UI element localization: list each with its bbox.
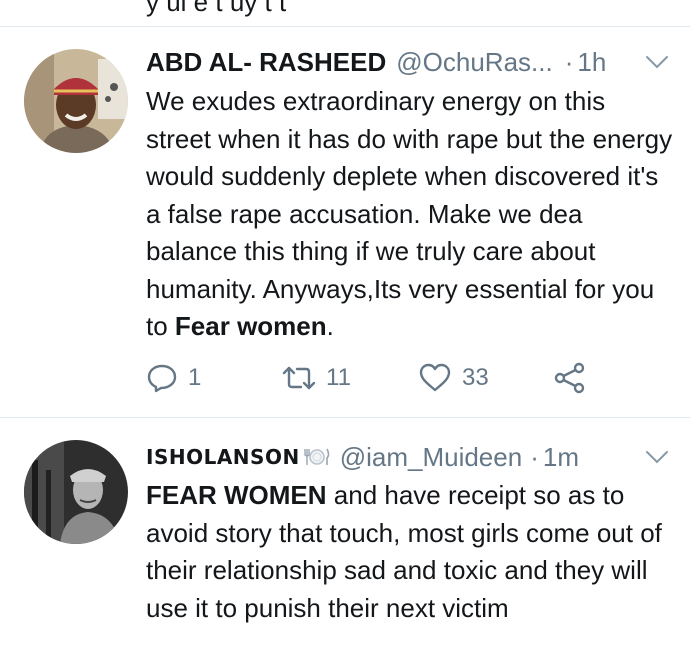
previous-tweet-text-fragment: y ul e t uy t t bbox=[146, 0, 287, 17]
display-name[interactable]: ABD AL- RASHEED bbox=[146, 47, 386, 78]
user-handle[interactable]: @iam_Muideen bbox=[340, 442, 522, 473]
reply-count: 1 bbox=[188, 364, 202, 391]
avatar[interactable] bbox=[24, 440, 128, 544]
tweet[interactable]: ISHOLANSON @iam_Muideen · 1m FEAR WOMEN … bbox=[0, 418, 690, 645]
fork-knife-plate-icon bbox=[304, 448, 330, 465]
share-icon bbox=[554, 362, 585, 394]
retweet-button[interactable]: 11 bbox=[282, 362, 351, 394]
tweet-text-bold: FEAR WOMEN bbox=[146, 480, 327, 510]
chevron-down-icon[interactable] bbox=[644, 447, 670, 467]
avatar[interactable] bbox=[24, 49, 128, 153]
like-count: 33 bbox=[462, 364, 489, 391]
separator-dot: · bbox=[564, 46, 574, 77]
retweet-icon bbox=[282, 366, 316, 390]
tweet-header: ABD AL- RASHEED @OchuRas... · 1h bbox=[146, 45, 670, 79]
tweet-actions: 1 11 33 bbox=[146, 360, 666, 400]
tweet-header: ISHOLANSON @iam_Muideen · 1m bbox=[146, 440, 670, 474]
display-name[interactable]: ISHOLANSON bbox=[146, 445, 300, 469]
timestamp[interactable]: 1h bbox=[577, 47, 606, 78]
tweet-text: FEAR WOMEN and have receipt so as to avo… bbox=[146, 477, 676, 627]
reply-icon bbox=[147, 364, 177, 393]
user-handle[interactable]: @OchuRas... bbox=[396, 47, 552, 78]
chevron-down-icon[interactable] bbox=[644, 52, 670, 72]
tweet-text: We exudes extraordinary energy on this s… bbox=[146, 83, 676, 346]
retweet-count: 11 bbox=[326, 364, 351, 391]
reply-button[interactable]: 1 bbox=[146, 362, 201, 394]
separator-dot: · bbox=[530, 441, 539, 472]
tweet-text-bold: Fear women bbox=[174, 311, 327, 341]
heart-icon bbox=[419, 363, 451, 392]
like-button[interactable]: 33 bbox=[418, 362, 489, 394]
share-button[interactable] bbox=[554, 362, 586, 394]
previous-tweet-fragment: y ul e t uy t t bbox=[0, 0, 690, 26]
timestamp[interactable]: 1m bbox=[543, 442, 579, 473]
tweet-text-plain: We exudes extraordinary energy on this s… bbox=[146, 86, 673, 341]
tweet[interactable]: ABD AL- RASHEED @OchuRas... · 1h We exud… bbox=[0, 27, 690, 417]
tweet-text-end: . bbox=[326, 311, 334, 341]
